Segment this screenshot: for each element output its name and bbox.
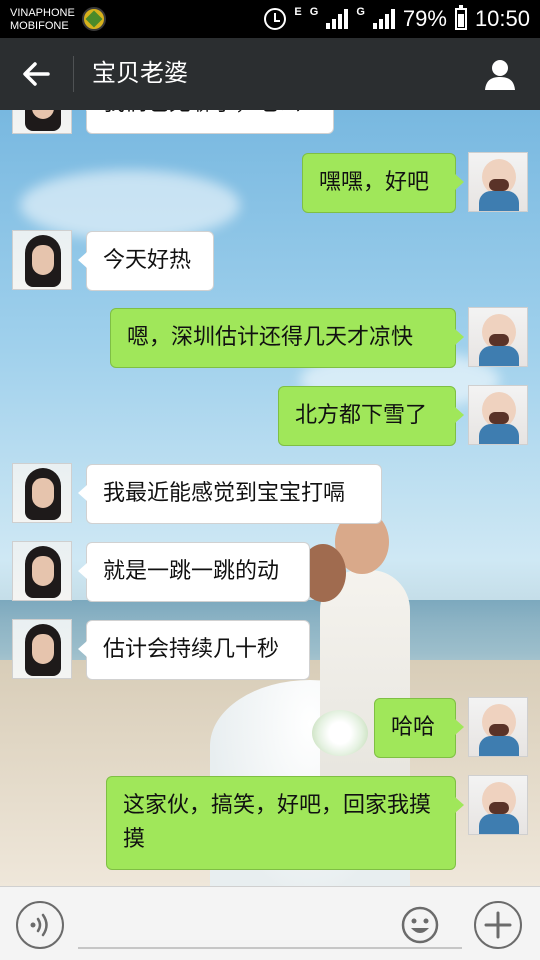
avatar-wife[interactable] [12, 619, 72, 679]
carrier-names: VINAPHONE MOBIFONE [10, 7, 75, 33]
battery-percent: 79% [402, 6, 447, 31]
alarm-icon [264, 8, 287, 30]
chat-area[interactable]: 我们也无聊了，老公 嘿嘿，好吧 今天好热 嗯，深圳估计还得几天才凉快 北方都下雪… [0, 110, 540, 886]
sim-indicator-icon [82, 7, 106, 31]
message-bubble-received[interactable]: 我最近能感觉到宝宝打嗝 [78, 464, 382, 524]
voice-input-button[interactable] [16, 901, 64, 949]
avatar-wife[interactable] [12, 541, 72, 601]
person-icon [485, 60, 515, 90]
message-bubble-received[interactable]: 今天好热 [78, 231, 214, 291]
profile-button[interactable] [480, 54, 520, 94]
network-type-g-1: G [309, 6, 319, 18]
message-list: 我们也无聊了，老公 嘿嘿，好吧 今天好热 嗯，深圳估计还得几天才凉快 北方都下雪… [0, 110, 540, 886]
message-bubble-sent[interactable]: 北方都下雪了 [278, 386, 464, 446]
message-bubble-sent[interactable]: 哈哈 [374, 698, 464, 758]
signal-2-icon [372, 9, 395, 29]
carrier-2: MOBIFONE [10, 20, 69, 32]
signal-1-icon [326, 9, 349, 29]
voice-icon [30, 913, 48, 937]
status-icons: E G G 79% 10:50 [264, 4, 530, 34]
avatar-self[interactable] [468, 385, 528, 445]
chat-header: 宝贝老婆 [0, 38, 540, 110]
back-button[interactable] [12, 52, 60, 96]
chat-title: 宝贝老婆 [92, 59, 188, 87]
message-bubble-sent[interactable]: 这家伙，搞笑，好吧，回家我摸摸 [106, 776, 464, 870]
smiley-icon [401, 906, 439, 944]
emoji-button[interactable] [400, 905, 440, 945]
input-bar [0, 886, 540, 960]
network-type-g-2: G [356, 6, 365, 18]
avatar-self[interactable] [468, 775, 528, 835]
avatar-wife[interactable] [12, 110, 72, 134]
message-bubble-received[interactable]: 估计会持续几十秒 [78, 620, 310, 680]
plus-icon [484, 911, 512, 939]
more-options-button[interactable] [474, 901, 522, 949]
arrow-left-icon [23, 62, 50, 86]
avatar-wife[interactable] [12, 463, 72, 523]
carrier-1: VINAPHONE [10, 7, 75, 19]
message-bubble-sent[interactable]: 嘿嘿，好吧 [302, 153, 464, 213]
message-bubble-sent[interactable]: 嗯，深圳估计还得几天才凉快 [110, 308, 464, 368]
header-divider [73, 56, 74, 92]
clock: 10:50 [474, 6, 530, 31]
battery-icon [454, 5, 467, 30]
avatar-self[interactable] [468, 152, 528, 212]
avatar-wife[interactable] [12, 230, 72, 290]
message-bubble-received[interactable]: 我们也无聊了，老公 [78, 110, 334, 134]
network-type-e: E [294, 6, 302, 18]
avatar-self[interactable] [468, 307, 528, 367]
avatar-self[interactable] [468, 697, 528, 757]
message-bubble-received[interactable]: 就是一跳一跳的动 [78, 542, 310, 602]
status-bar: VINAPHONE MOBIFONE E G G 79% 10:50 [0, 0, 540, 38]
